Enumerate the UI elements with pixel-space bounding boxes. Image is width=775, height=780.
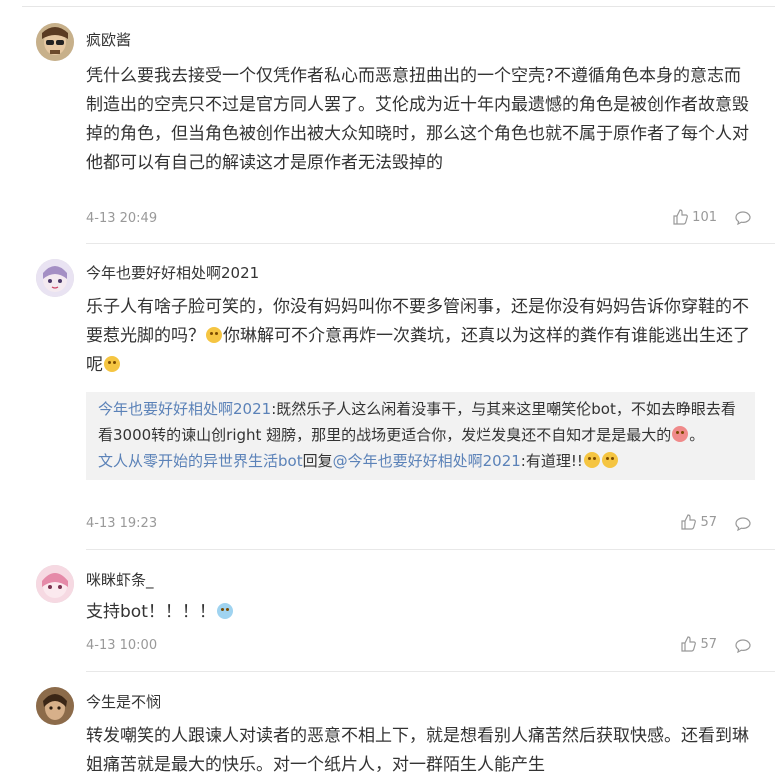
thumbs-up-icon [673,209,689,225]
comment-content: 支持bot！！！！ [86,598,751,627]
quote-username-link[interactable]: 文人从零开始的异世界生活bot [98,452,303,470]
comment-username[interactable]: 疯欧酱 [86,30,131,50]
like-button[interactable]: 57 [680,514,717,530]
comment-time: 4-13 20:49 [86,211,158,226]
like-count: 101 [692,209,717,225]
clown-emoji-icon [672,426,689,442]
smile-emoji-icon [104,356,120,372]
reply-icon[interactable] [735,639,751,653]
thumbs-up-icon [681,514,697,530]
quote-line: 今年也要好好相处啊2021:既然乐子人这么闲着没事干，与其来这里嘲笑伦bot，不… [98,400,736,444]
quote-line: 文人从零开始的异世界生活bot回复@今年也要好好相处啊2021:有道理!! [98,448,745,474]
avatar[interactable] [36,259,74,297]
divider [86,671,775,672]
like-count: 57 [700,514,717,530]
avatar[interactable] [36,687,74,725]
comment-time: 4-13 19:23 [86,516,158,531]
top-divider [22,6,775,7]
comment-content: 转发嘲笑的人跟谏人对读者的恶意不相上下，就是想看别人痛苦然后获取快感。还看到琳姐… [86,726,749,775]
reply-quote-box: 今年也要好好相处啊2021:既然乐子人这么闲着没事干，与其来这里嘲笑伦bot，不… [86,392,755,480]
divider [86,549,775,550]
shocked-emoji-icon [583,452,600,468]
like-count: 57 [700,636,717,652]
quote-username-link[interactable]: 今年也要好好相处啊2021 [98,400,271,418]
comment-content: 乐子人有啥子脸可笑的，你没有妈妈叫你不要多管闲事，还是你没有妈妈告诉你穿鞋的不要… [86,293,751,380]
quote-text: :有道理!! [520,452,583,470]
comment-content: 凭什么要我去接受一个仅凭作者私心而恶意扭曲出的一个空壳?不遵循角色本身的意志而制… [86,66,749,173]
reply-icon[interactable] [735,517,751,531]
crying-emoji-icon [216,603,233,619]
like-button[interactable]: 101 [672,209,717,225]
quote-mention-link[interactable]: @今年也要好好相处啊2021 [333,452,521,470]
comment-username[interactable]: 咪眯虾条_ [86,570,154,590]
shocked-emoji-icon [601,452,618,468]
quote-reply-label: 回复 [302,452,333,470]
comment-text: 支持bot！！！！ [86,602,216,622]
comment-username[interactable]: 今生是不悯 [86,692,161,712]
smile-emoji-icon [206,327,222,343]
avatar[interactable] [36,565,74,603]
reply-icon[interactable] [735,211,751,225]
comment-time: 4-13 10:00 [86,638,158,653]
divider [86,243,775,244]
thumbs-up-icon [681,636,697,652]
avatar[interactable] [36,23,74,61]
comment-username[interactable]: 今年也要好好相处啊2021 [86,263,259,283]
like-button[interactable]: 57 [680,636,717,652]
